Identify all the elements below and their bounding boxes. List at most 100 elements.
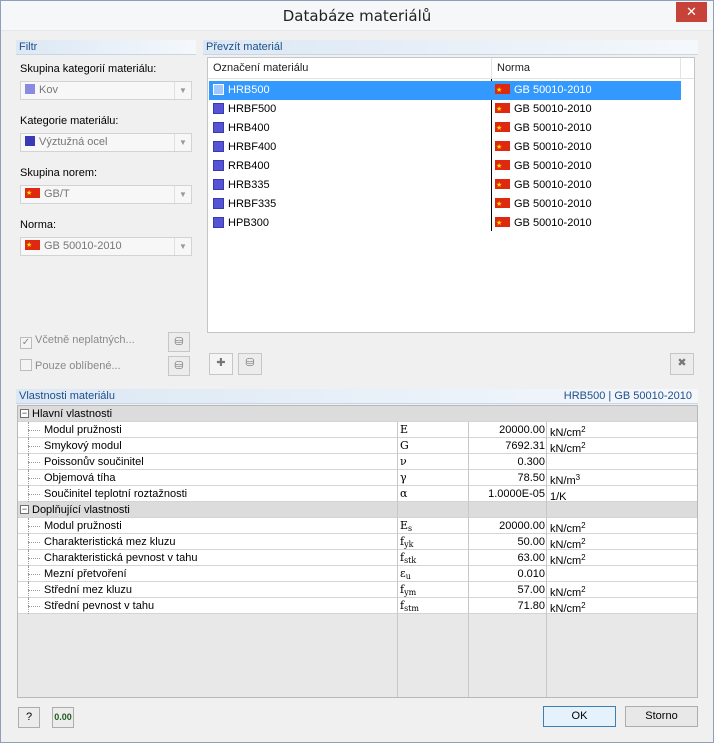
close-button[interactable]: ✕ [676,2,707,22]
symbol-text: α [400,487,408,500]
group-extra-properties[interactable]: − Doplňující vlastnosti [18,502,697,518]
norm-name: GB 50010-2010 [514,103,592,115]
list-item[interactable]: HRBF400 GB 50010-2010 [209,138,681,157]
property-value: 7692.31 [505,440,545,452]
tree-branch [28,478,40,479]
material-cell: HRB500 [213,81,270,100]
property-value: 1.0000E-05 [488,488,545,500]
norm-name: GB 50010-2010 [514,160,592,172]
include-invalid-checkbox[interactable]: ✓ Včetně neplatných... [20,334,135,349]
material-cell: HRBF335 [213,195,276,214]
library-filter-button[interactable]: ⛁ [238,353,262,375]
help-button[interactable]: ? [18,707,40,728]
material-swatch-icon [213,217,224,228]
material-name: HRB500 [228,84,270,96]
norm-cell: GB 50010-2010 [495,119,592,138]
favorites-filter-button[interactable]: ⛁ [168,356,190,376]
units-button[interactable]: 0.00 [52,707,74,728]
properties-grid[interactable]: − Hlavní vlastnosti Modul pružnosti E 20… [17,405,698,698]
property-unit: kN/cm2 [550,598,586,617]
list-item[interactable]: HPB300 GB 50010-2010 [209,214,681,233]
material-category-value: Výztužná ocel [39,136,108,148]
norm-cell: GB 50010-2010 [495,176,592,195]
table-row[interactable]: Modul pružnosti E 20000.00 kN/cm2 [18,422,697,439]
table-row[interactable]: Objemová tíha γ 78.50 kN/m3 [18,470,697,487]
list-item[interactable]: HRB335 GB 50010-2010 [209,176,681,195]
filter-header: Filtr [16,40,196,55]
table-row[interactable]: Charakteristická pevnost v tahu fstk 63.… [18,550,697,567]
property-name: Střední pevnost v tahu [44,600,155,612]
list-item[interactable]: HRB400 GB 50010-2010 [209,119,681,138]
new-material-button[interactable]: ✚ [209,353,233,375]
grid-divider [397,422,398,697]
table-row[interactable]: Modul pružnosti Es 20000.00 kN/cm2 [18,518,697,535]
material-swatch-icon [213,84,224,95]
material-group-label: Skupina kategorií materiálu: [20,63,157,75]
norm-name: GB 50010-2010 [514,141,592,153]
property-value: 57.00 [517,584,545,596]
selected-material-info: HRB500 | GB 50010-2010 [563,390,692,402]
property-name: Smykový modul [44,440,122,452]
invalid-filter-button[interactable]: ⛁ [168,332,190,352]
list-item[interactable]: HRB500 GB 50010-2010 [209,81,681,100]
material-name: HPB300 [228,217,269,229]
material-name: HRB335 [228,179,270,191]
china-flag-icon [495,157,510,176]
column-material-name[interactable]: Označení materiálu [213,62,308,74]
table-row[interactable]: Střední mez kluzu fym 57.00 kN/cm2 [18,582,697,599]
china-flag-icon [495,119,510,138]
include-invalid-label: Včetně neplatných... [35,334,135,346]
material-cell: HRB335 [213,176,270,195]
symbol-subscript: u [405,572,411,581]
table-row[interactable]: Smykový modul G 7692.31 kN/cm2 [18,438,697,455]
china-flag-icon [25,185,40,202]
ok-button[interactable]: OK [543,706,616,727]
group-title: Hlavní vlastnosti [32,408,113,420]
collapse-icon[interactable]: − [20,409,29,418]
list-item[interactable]: RRB400 GB 50010-2010 [209,157,681,176]
property-symbol: fstm [400,598,419,617]
norm-cell: GB 50010-2010 [495,138,592,157]
property-name: Součinitel teplotní roztažnosti [44,488,188,500]
material-group-combo[interactable]: Kov ▼ [20,81,192,100]
grid-divider [468,422,469,697]
norm-value: GB 50010-2010 [44,240,122,252]
table-row[interactable]: Poissonův součinitel ν 0.300 [18,454,697,470]
material-list[interactable]: Označení materiálu Norma HRB500 GB 50010… [207,57,695,333]
filter-icon: ⛁ [174,360,184,372]
china-flag-icon [25,237,40,254]
china-flag-icon [495,138,510,157]
column-norm[interactable]: Norma [497,62,530,74]
collapse-icon[interactable]: − [20,505,29,514]
norm-group-combo[interactable]: GB/T ▼ [20,185,192,204]
delete-icon: ✖ [677,357,687,369]
china-flag-icon [495,214,510,233]
table-row[interactable]: Střední pevnost v tahu fstm 71.80 kN/cm2 [18,598,697,617]
delete-material-button[interactable]: ✖ [670,353,694,375]
table-row[interactable]: Součinitel teplotní roztažnosti α 1.0000… [18,486,697,503]
properties-header: Vlastnosti materiálu HRB500 | GB 50010-2… [16,389,698,404]
material-category-combo[interactable]: Výztužná ocel ▼ [20,133,192,152]
filter-icon: ⛁ [174,336,184,348]
property-name: Střední mez kluzu [44,584,133,596]
norm-cell: GB 50010-2010 [495,81,592,100]
material-cell: HRBF400 [213,138,276,157]
table-row[interactable]: Mezní přetvoření εu 0.010 [18,566,697,582]
properties-panel: Vlastnosti materiálu HRB500 | GB 50010-2… [16,389,698,405]
grid-divider [546,422,547,697]
norm-name: GB 50010-2010 [514,217,592,229]
list-item[interactable]: HRBF335 GB 50010-2010 [209,195,681,214]
tree-branch [28,590,40,591]
tree-branch [28,446,40,447]
material-cell: HPB300 [213,214,269,233]
unit-exponent: 2 [581,441,586,450]
favorites-only-checkbox[interactable]: Pouze oblíbené... [20,359,121,372]
list-item[interactable]: HRBF500 GB 50010-2010 [209,100,681,119]
window-title: Databáze materiálů [282,7,432,25]
norm-combo[interactable]: GB 50010-2010 ▼ [20,237,192,256]
tree-branch [28,574,40,575]
symbol-text: G [400,439,409,452]
table-row[interactable]: Charakteristická mez kluzu fyk 50.00 kN/… [18,534,697,551]
cancel-button[interactable]: Storno [625,706,698,727]
group-main-properties[interactable]: − Hlavní vlastnosti [18,406,697,422]
